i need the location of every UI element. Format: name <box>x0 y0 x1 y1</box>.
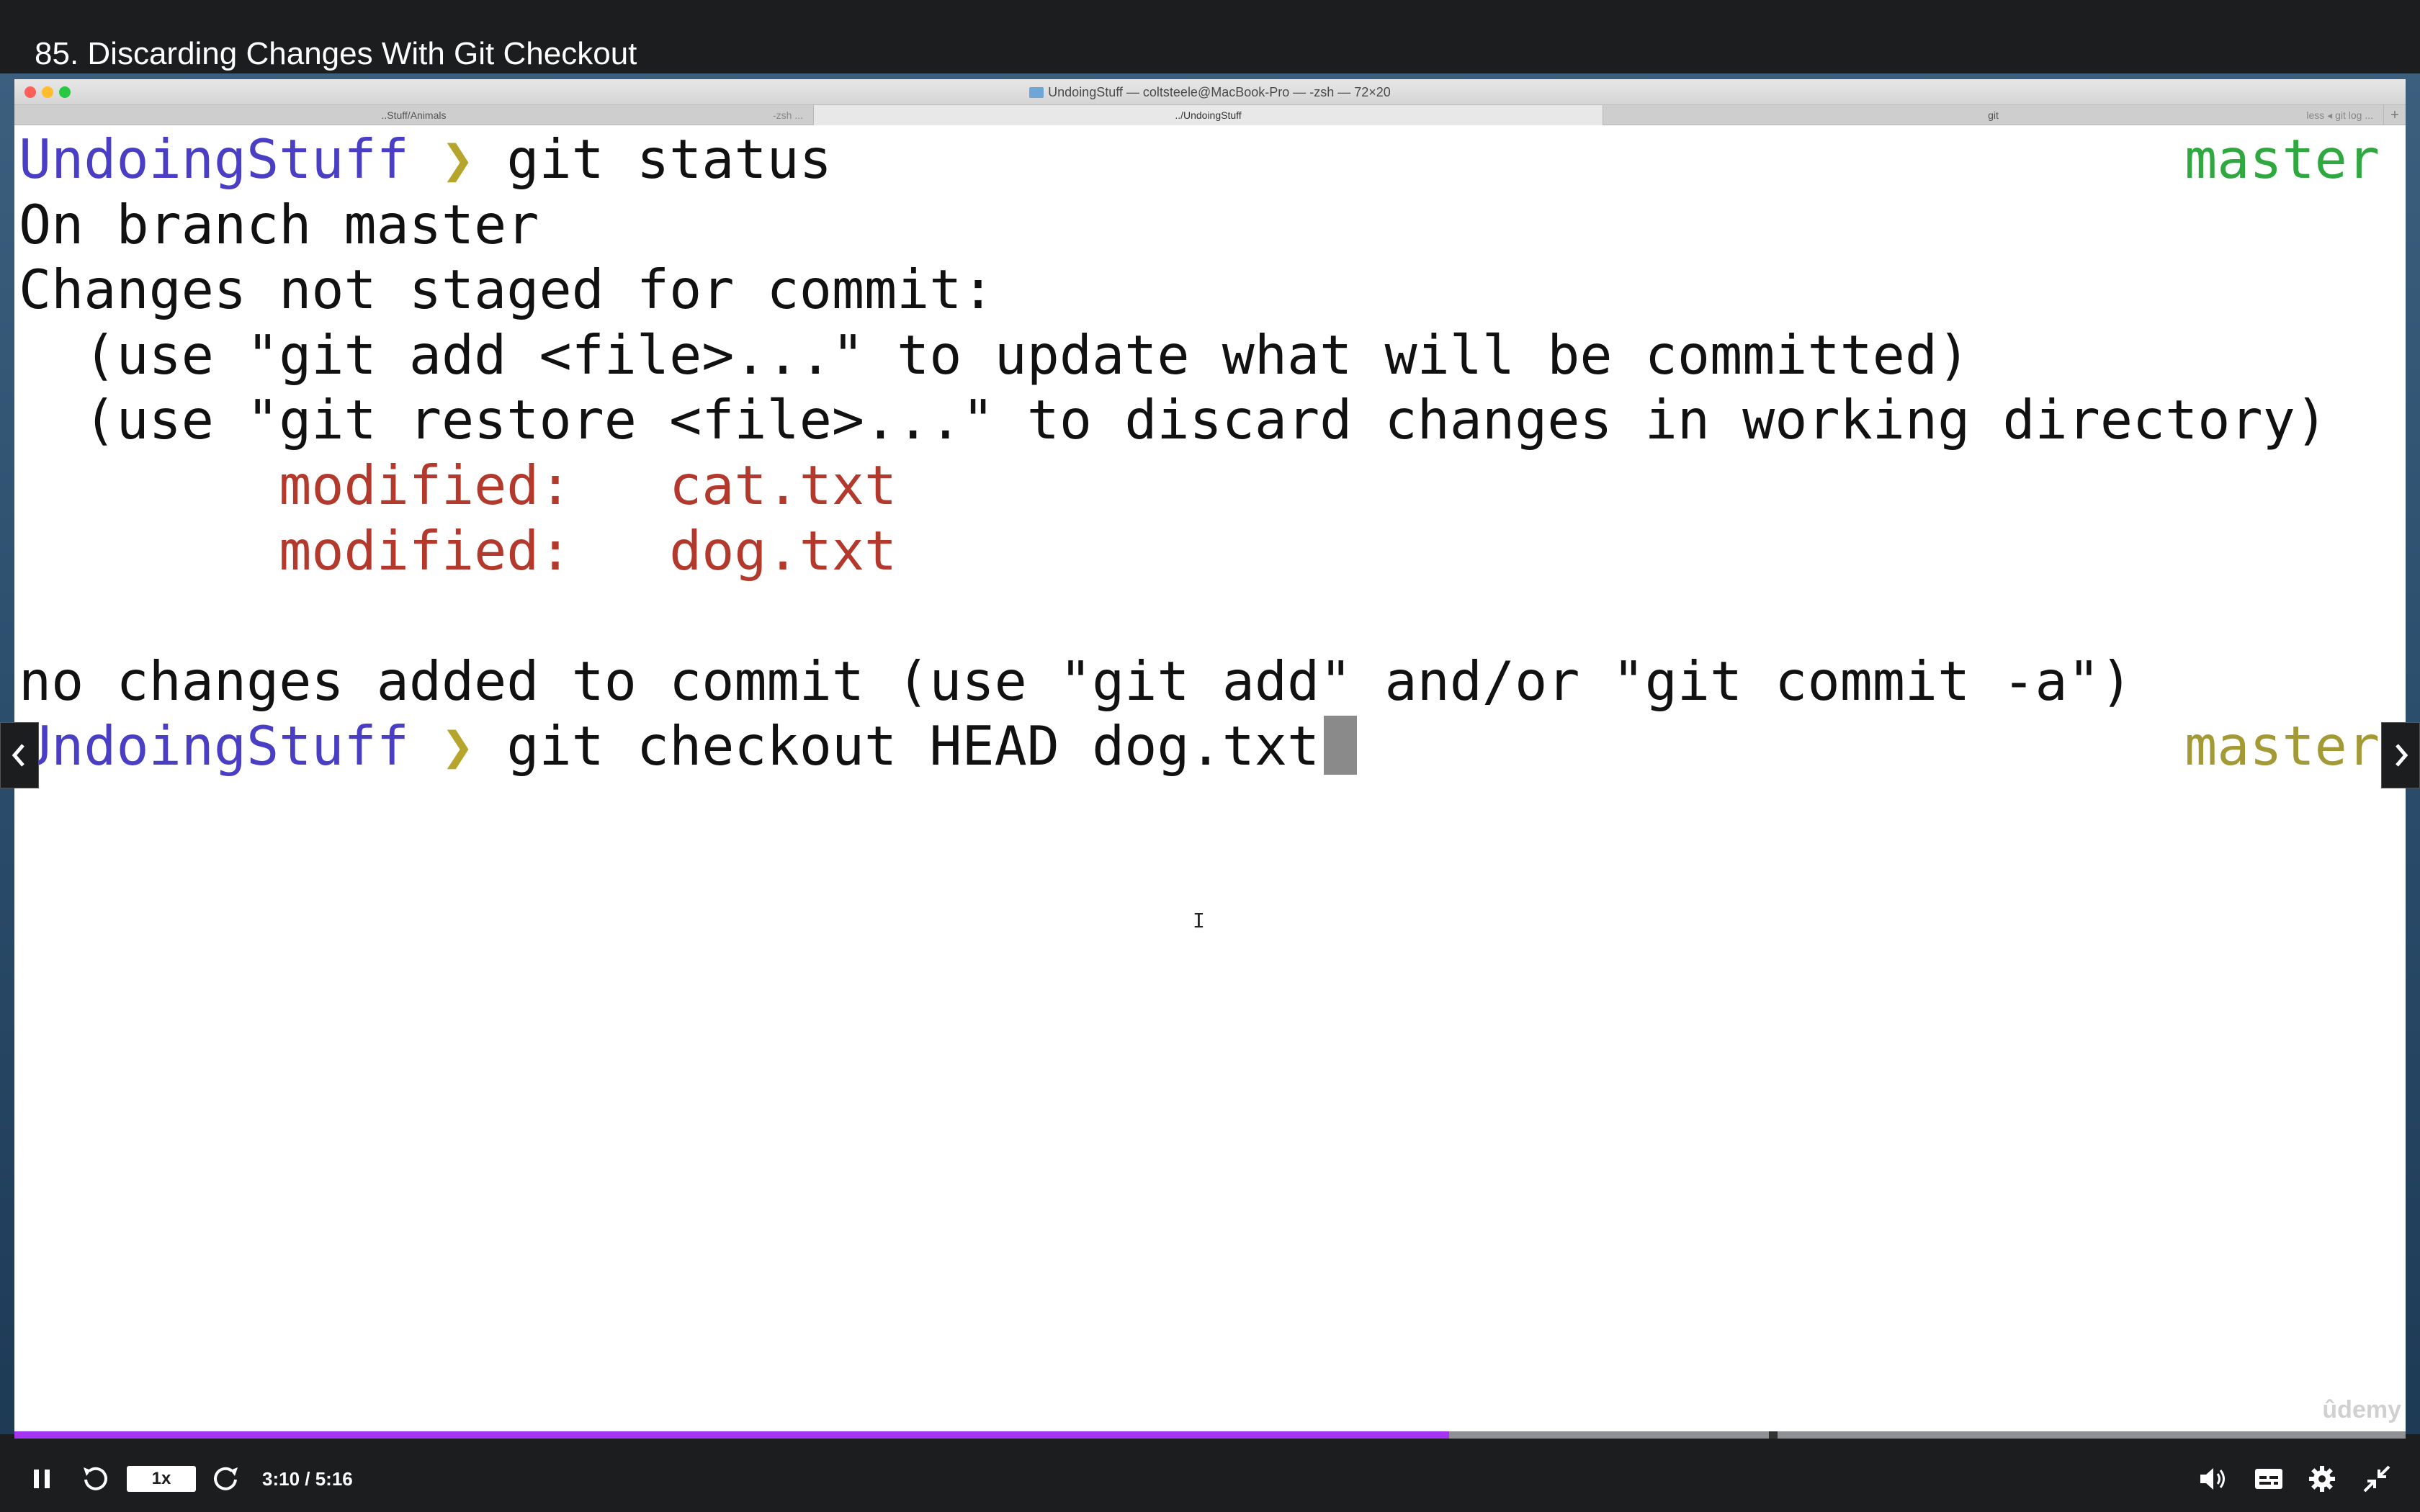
settings-button[interactable] <box>2305 1462 2339 1496</box>
lecture-title: 85. Discarding Changes With Git Checkout <box>35 36 637 71</box>
captions-icon <box>2255 1469 2282 1489</box>
rewind-button[interactable] <box>78 1462 112 1496</box>
tab-bar: ..Stuff/Animals -zsh ... ../UndoingStuff… <box>14 105 2406 125</box>
udemy-watermark: ûdemy <box>2322 1396 2401 1423</box>
tab-path: git <box>1988 109 1999 121</box>
rewind-icon <box>84 1467 107 1490</box>
forward-button[interactable] <box>209 1462 243 1496</box>
terminal-window: UndoingStuff — coltsteele@MacBook-Pro — … <box>14 79 2406 1437</box>
settings-icon <box>2309 1466 2335 1492</box>
tab-path: ../UndoingStuff <box>1175 109 1242 121</box>
output-line: (use "git restore <file>..." to discard … <box>19 388 2328 452</box>
modified-filename: cat.txt <box>669 453 897 517</box>
modified-file-line: modified: cat.txt <box>19 453 2406 518</box>
video-time: 3:10 / 5:16 <box>262 1468 353 1490</box>
exit-fullscreen-button[interactable] <box>2360 1462 2394 1496</box>
exit-fullscreen-icon <box>2363 1465 2390 1493</box>
output-line: Changes not staged for commit: <box>19 258 995 322</box>
prompt-directory: UndoingStuff <box>19 127 409 191</box>
tab-process: less ◂ git log ... <box>2306 109 2373 121</box>
text-cursor <box>1324 716 1358 775</box>
output-line: (use "git add <file>..." to update what … <box>19 323 1971 387</box>
command-text: git checkout HEAD dog.txt <box>506 714 1320 778</box>
progress-chapter-marker <box>1769 1431 1778 1439</box>
tab-animals[interactable]: ..Stuff/Animals -zsh ... <box>14 105 814 125</box>
next-lecture-button[interactable] <box>2381 722 2420 788</box>
volume-icon <box>2200 1468 2225 1490</box>
pause-button[interactable] <box>26 1463 58 1495</box>
progress-buffer <box>1449 1431 2406 1439</box>
mouse-ibeam-cursor: I <box>1193 909 1205 932</box>
pause-icon <box>34 1470 50 1488</box>
window-titlebar: UndoingStuff — coltsteele@MacBook-Pro — … <box>14 79 2406 105</box>
modified-file-line: modified: dog.txt <box>19 518 2406 584</box>
tab-undoingstuff[interactable]: ../UndoingStuff <box>814 105 1603 125</box>
add-tab-button[interactable]: + <box>2384 105 2406 125</box>
modified-label: modified: <box>279 518 572 582</box>
previous-lecture-button[interactable] <box>0 722 39 788</box>
captions-button[interactable] <box>2250 1462 2287 1496</box>
video-progress-bar[interactable] <box>14 1431 2406 1439</box>
playback-rate-button[interactable]: 1x <box>127 1466 196 1492</box>
lecture-header: 85. Discarding Changes With Git Checkout <box>0 0 2420 73</box>
prompt-arrow-icon: ❯ <box>442 714 475 778</box>
branch-indicator: master <box>2184 127 2380 191</box>
modified-filename: dog.txt <box>669 518 897 582</box>
terminal-output[interactable]: UndoingStuff ❯ git status master On branc… <box>19 127 2406 1437</box>
tab-git[interactable]: git less ◂ git log ... <box>1603 105 2384 125</box>
tab-process: -zsh ... <box>772 109 803 121</box>
prompt-line: UndoingStuff ❯ git checkout HEAD dog.txt… <box>19 714 2406 779</box>
window-title: UndoingStuff — coltsteele@MacBook-Pro — … <box>14 85 2406 100</box>
command-text: git status <box>506 127 832 191</box>
prompt-directory: UndoingStuff <box>19 714 409 778</box>
output-line: On branch master <box>19 192 539 256</box>
window-title-text: UndoingStuff — coltsteele@MacBook-Pro — … <box>1048 85 1391 99</box>
forward-icon <box>214 1467 238 1490</box>
progress-fill <box>14 1431 1449 1439</box>
modified-label: modified: <box>279 453 572 517</box>
chevron-left-icon <box>12 744 24 767</box>
chevron-right-icon <box>2396 744 2408 767</box>
tab-path: ..Stuff/Animals <box>381 109 447 121</box>
prompt-line: UndoingStuff ❯ git status master <box>19 127 2406 192</box>
branch-indicator: master <box>2184 714 2380 778</box>
folder-icon <box>1029 87 1044 98</box>
volume-button[interactable] <box>2195 1462 2230 1496</box>
output-line: no changes added to commit (use "git add… <box>19 649 2133 713</box>
player-controls: 1x 3:10 / 5:16 <box>0 1439 2420 1512</box>
prompt-arrow-icon: ❯ <box>442 127 475 191</box>
